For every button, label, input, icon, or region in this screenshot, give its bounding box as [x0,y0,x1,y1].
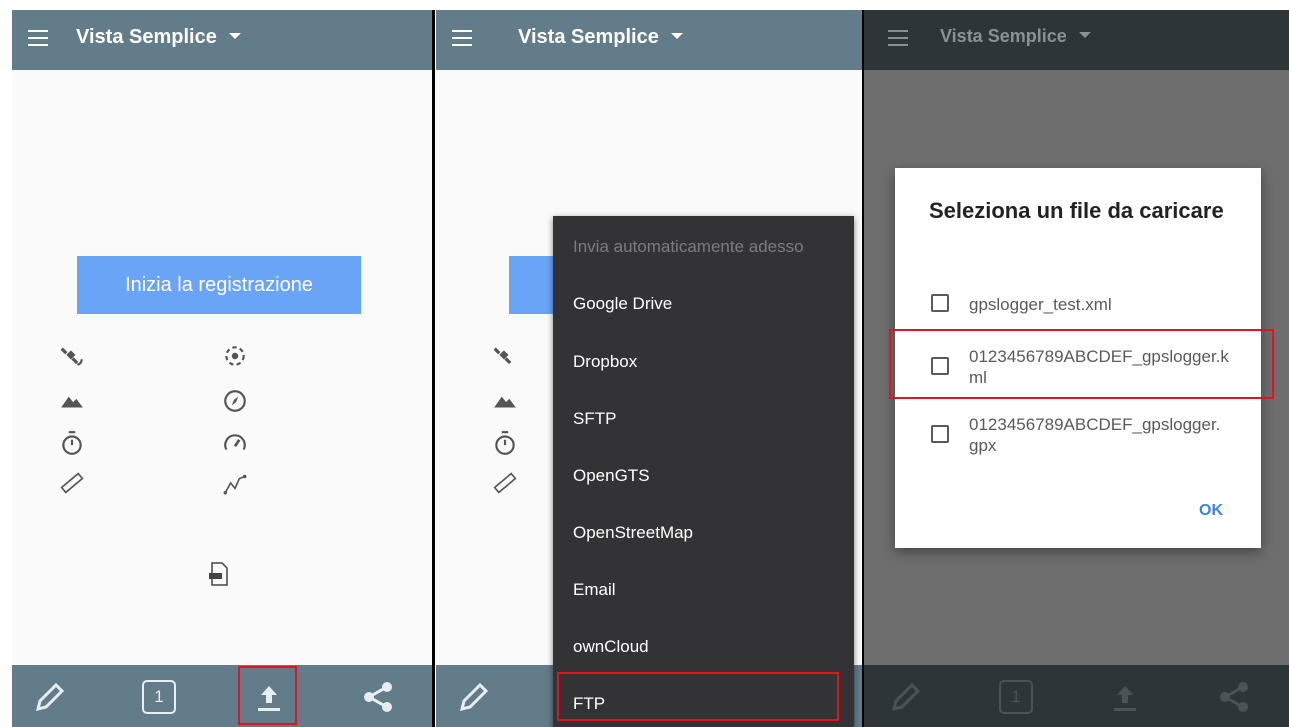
view-selector: Vista Semplice [940,26,1091,47]
view-title: Vista Semplice [518,26,659,48]
ok-button[interactable]: OK [1199,502,1223,520]
caret-down-icon [228,32,241,39]
log-count-button: 1 [996,677,1036,717]
app-bar: Vista Semplice [436,10,862,70]
kml-file-highlight [889,329,1274,399]
caret-down-icon [670,32,683,39]
menu-item-opengts[interactable]: OpenGTS [553,448,854,504]
mountain-icon [61,396,83,408]
bottom-toolbar: 1 [12,665,432,727]
view-selector[interactable]: Vista Semplice [518,26,683,49]
screen-file-dialog: Vista Semplice 1 Seleziona un file da ca… [864,10,1289,727]
file-name: 0123456789ABCDEF_gpslogger.gpx [969,415,1221,455]
file-option[interactable]: gpslogger_test.xml [931,294,1231,318]
pencil-icon[interactable] [30,677,70,717]
hamburger-menu-icon[interactable] [452,30,472,46]
menu-item-google-drive[interactable]: Google Drive [553,276,854,332]
pencil-icon [891,682,921,712]
screen-main: Vista Semplice Inizia la registrazione 1 [12,10,432,727]
start-logging-button[interactable]: Inizia la registrazione [77,256,361,314]
share-icon[interactable] [358,677,398,717]
speedometer-icon [224,434,246,450]
stopwatch-icon [495,431,515,455]
menu-item-auto-send: Invia automaticamente adesso [573,237,804,256]
menu-item-email[interactable]: Email [553,562,854,618]
screen-upload-menu: Vista Semplice Inizia la registrazione I… [436,10,862,727]
menu-item-dropbox[interactable]: Dropbox [553,334,854,390]
ruler-icon [60,472,84,494]
log-count: 1 [999,680,1033,714]
menu-item-sftp[interactable]: SFTP [553,391,854,447]
log-count-button[interactable]: 1 [139,677,179,717]
route-icon [223,474,247,495]
view-title: Vista Semplice [940,26,1067,46]
view-selector[interactable]: Vista Semplice [76,26,241,49]
file-option[interactable]: 0123456789ABCDEF_gpslogger.gpx [931,414,1231,458]
stopwatch-icon [62,431,82,455]
bottom-toolbar: 1 [864,665,1289,727]
upload-button-highlight [238,666,297,725]
app-bar: Vista Semplice [12,10,432,70]
upload-icon [1114,686,1136,711]
panel-divider [432,10,435,727]
share-icon [1220,682,1248,712]
file-checkbox[interactable] [931,425,949,443]
file-name: gpslogger_test.xml [969,295,1112,314]
log-count: 1 [142,680,176,714]
caret-down-icon [1078,32,1091,39]
satellite-icon [493,347,512,365]
mountain-icon [494,396,516,408]
ftp-item-highlight [557,672,839,721]
menu-item-openstreetmap[interactable]: OpenStreetMap [553,505,854,561]
hamburger-menu-icon [888,30,908,46]
compass-icon [224,390,246,412]
satellite-icon [60,347,83,366]
view-title: Vista Semplice [76,26,217,48]
file-checkbox[interactable] [931,294,949,312]
dialog-title: Seleziona un file da caricare [929,198,1224,223]
gps-fix-icon [225,346,245,366]
pencil-icon[interactable] [454,677,494,717]
kml-file-icon [209,562,228,586]
upload-menu: Invia automaticamente adesso Google Driv… [553,216,854,727]
hamburger-menu-icon[interactable] [28,30,48,46]
menu-item-owncloud[interactable]: ownCloud [553,619,854,675]
ruler-icon [493,472,517,494]
app-bar: Vista Semplice [864,10,1289,70]
